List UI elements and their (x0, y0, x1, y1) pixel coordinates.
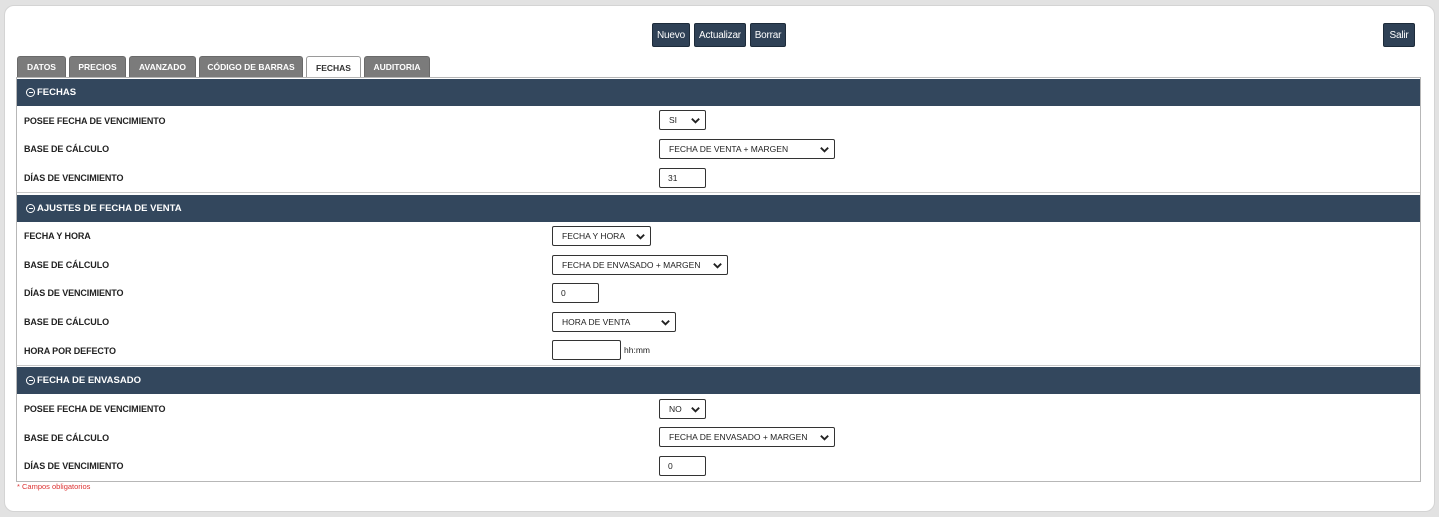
sale-expiry-days-input[interactable]: 0 (552, 283, 599, 303)
chevron-down-icon (691, 118, 700, 124)
select-value: SI (669, 115, 678, 125)
sale-calc-base-select[interactable]: FECHA DE ENVASADO + MARGEN (552, 255, 728, 275)
divider (17, 365, 1420, 366)
section-title: AJUSTES DE FECHA DE VENTA (37, 203, 182, 214)
section-title: FECHA DE ENVASADO (37, 375, 141, 386)
chevron-down-icon (713, 263, 722, 269)
update-button[interactable]: Actualizar (694, 23, 746, 47)
select-value: FECHA DE ENVASADO + MARGEN (562, 260, 701, 270)
tab-precios[interactable]: PRECIOS (69, 56, 126, 77)
field-label: BASE DE CÁLCULO (24, 317, 110, 327)
field-label: BASE DE CÁLCULO (24, 260, 110, 270)
exit-button[interactable]: Salir (1383, 23, 1415, 47)
tab-codigo-de-barras[interactable]: CÓDIGO DE BARRAS (199, 56, 303, 77)
select-value: NO (669, 404, 682, 414)
time-calc-base-select[interactable]: HORA DE VENTA (552, 312, 676, 332)
field-label: FECHA Y HORA (24, 231, 91, 241)
field-label: POSEE FECHA DE VENCIMIENTO (24, 404, 166, 414)
collapse-icon (26, 204, 35, 213)
has-expiry-select[interactable]: SI (659, 110, 706, 130)
expiry-days-input[interactable]: 31 (659, 168, 706, 188)
field-label: BASE DE CÁLCULO (24, 144, 110, 154)
packaging-calc-base-select[interactable]: FECHA DE ENVASADO + MARGEN (659, 427, 835, 447)
section-title: FECHAS (37, 87, 77, 98)
tab-fechas[interactable]: FECHAS (306, 56, 361, 78)
collapse-icon (26, 376, 35, 385)
section-header-fechas[interactable]: FECHAS (17, 79, 1420, 106)
field-label: BASE DE CÁLCULO (24, 433, 110, 443)
field-label: DÍAS DE VENCIMIENTO (24, 288, 124, 298)
field-label: POSEE FECHA DE VENCIMIENTO (24, 116, 166, 126)
chevron-down-icon (691, 407, 700, 413)
field-label: HORA POR DEFECTO (24, 346, 116, 356)
field-label: DÍAS DE VENCIMIENTO (24, 173, 124, 183)
required-fields-note: * Campos obligatorios (17, 482, 91, 491)
select-value: FECHA DE ENVASADO + MARGEN (669, 432, 808, 442)
tab-avanzado[interactable]: AVANZADO (129, 56, 196, 77)
packaging-has-expiry-select[interactable]: NO (659, 399, 706, 419)
select-value: HORA DE VENTA (562, 317, 631, 327)
tab-bar: DATOS PRECIOS AVANZADO CÓDIGO DE BARRAS … (17, 56, 433, 78)
chevron-down-icon (820, 147, 829, 153)
chevron-down-icon (820, 435, 829, 441)
chevron-down-icon (636, 234, 645, 240)
select-value: FECHA DE VENTA + MARGEN (669, 144, 789, 154)
select-value: FECHA Y HORA (562, 231, 625, 241)
divider (17, 192, 1420, 193)
collapse-icon (26, 88, 35, 97)
section-header-envasado[interactable]: FECHA DE ENVASADO (17, 367, 1420, 394)
section-header-ajustes[interactable]: AJUSTES DE FECHA DE VENTA (17, 195, 1420, 222)
default-time-input[interactable] (552, 340, 621, 360)
packaging-expiry-days-input[interactable]: 0 (659, 456, 706, 476)
calc-base-select[interactable]: FECHA DE VENTA + MARGEN (659, 139, 835, 159)
field-label: DÍAS DE VENCIMIENTO (24, 461, 124, 471)
tab-datos[interactable]: DATOS (17, 56, 66, 77)
delete-button[interactable]: Borrar (750, 23, 786, 47)
datetime-select[interactable]: FECHA Y HORA (552, 226, 651, 246)
new-button[interactable]: Nuevo (652, 23, 690, 47)
chevron-down-icon (661, 320, 670, 326)
fechas-panel: FECHAS POSEE FECHA DE VENCIMIENTO SI BAS… (16, 77, 1421, 482)
time-format-hint: hh:mm (624, 345, 650, 355)
tab-auditoria[interactable]: AUDITORIA (364, 56, 430, 77)
